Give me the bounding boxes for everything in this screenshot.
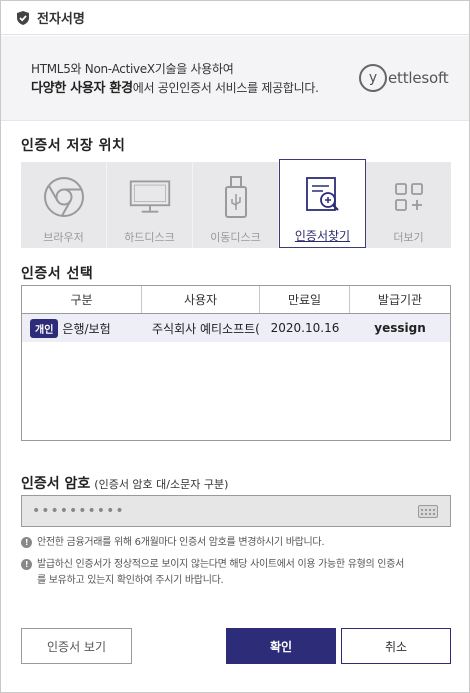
shield-icon <box>17 10 29 25</box>
certificate-section-title: 인증서 선택 <box>21 266 94 282</box>
usb-icon <box>224 176 247 218</box>
storage-item-label: 이동디스크 <box>210 231 261 244</box>
monitor-icon <box>129 180 170 213</box>
banner-line-2-text: 에서 공인인증서 서비스를 제공합니다. <box>132 81 319 95</box>
info-icon: ! <box>21 559 32 570</box>
notice-text-line-2: 를 보유하고 있는지 확인하여 주시기 바랍니다. <box>37 575 224 586</box>
confirm-button[interactable]: 확인 <box>226 628 336 664</box>
logo-mark: y <box>359 64 387 92</box>
more-grid-icon <box>394 183 423 211</box>
storage-selector: 브라우저 하드디스크 이동디스크 인증서찾기 더보기 <box>21 159 451 248</box>
storage-item-label: 인증서찾기 <box>294 229 351 243</box>
certificate-table: 구분 사용자 만료일 발급기관 개인 은행/보험 주식회사 예티소프트( 202… <box>21 285 451 441</box>
info-icon: ! <box>21 537 32 548</box>
storage-item-browser[interactable]: 브라우저 <box>21 162 107 248</box>
banner-highlight: 다양한 사용자 환경 <box>31 81 133 96</box>
cell-user: 주식회사 예티소프트( <box>152 321 260 336</box>
notice-text-line-1: 발급하신 인증서가 정상적으로 보이지 않는다면 해당 사이트에서 이용 가능한… <box>37 559 404 570</box>
cell-expiry: 2020.10.16 <box>270 321 340 335</box>
cell-type: 개인 은행/보험 <box>22 318 142 338</box>
notice-text: 안전한 금융거래를 위해 6개월마다 인증서 암호를 변경하시기 바랍니다. <box>37 537 325 548</box>
table-header: 구분 사용자 만료일 발급기관 <box>22 286 450 314</box>
title-bar: 전자서명 <box>1 1 469 35</box>
column-header-issuer: 발급기관 <box>377 293 423 307</box>
storage-item-find-certificate[interactable]: 인증서찾기 <box>279 159 366 248</box>
yettiesoft-logo: y ettlesoft <box>359 64 449 92</box>
personal-badge: 개인 <box>30 318 59 338</box>
logo-wordmark: ettlesoft <box>388 69 449 87</box>
view-certificate-button[interactable]: 인증서 보기 <box>21 628 132 664</box>
window-title: 전자서명 <box>37 12 85 27</box>
cert-type: 은행/보험 <box>62 321 111 336</box>
cancel-button[interactable]: 취소 <box>341 628 451 664</box>
storage-item-label: 더보기 <box>393 231 424 244</box>
banner-line-2: 다양한 사용자 환경에서 공인인증서 서비스를 제공합니다. <box>31 77 319 96</box>
storage-section-title: 인증서 저장 위치 <box>21 138 126 154</box>
storage-item-label: 브라우저 <box>43 231 84 244</box>
password-input[interactable] <box>32 503 392 519</box>
storage-item-harddisk[interactable]: 하드디스크 <box>107 162 193 248</box>
password-label-text: 인증서 암호 <box>21 476 91 492</box>
cell-issuer: yessign <box>374 321 426 335</box>
virtual-keyboard-icon[interactable] <box>418 505 438 518</box>
info-banner: HTML5와 Non-ActiveX기술을 사용하여 다양한 사용자 환경에서 … <box>1 36 469 121</box>
column-header-user: 사용자 <box>142 286 260 313</box>
storage-item-removable[interactable]: 이동디스크 <box>193 162 279 248</box>
table-row[interactable]: 개인 은행/보험 주식회사 예티소프트( 2020.10.16 yessign <box>22 314 450 342</box>
banner-line-1: HTML5와 Non-ActiveX기술을 사용하여 <box>31 62 234 76</box>
notice-password-change: ! 안전한 금융거래를 위해 6개월마다 인증서 암호를 변경하시기 바랍니다. <box>21 535 325 551</box>
password-hint: (인증서 암호 대/소문자 구분) <box>94 478 229 491</box>
column-header-expiry: 만료일 <box>260 286 350 313</box>
storage-item-more[interactable]: 더보기 <box>366 162 451 248</box>
certificate-search-icon <box>305 177 339 211</box>
storage-item-label: 하드디스크 <box>124 231 175 244</box>
chrome-icon <box>43 177 84 217</box>
password-field-wrapper <box>21 495 451 527</box>
notice-text: 발급하신 인증서가 정상적으로 보이지 않는다면 해당 사이트에서 이용 가능한… <box>37 557 404 589</box>
password-label: 인증서 암호 (인증서 암호 대/소문자 구분) <box>21 473 228 493</box>
column-header-type: 구분 <box>22 286 142 313</box>
notice-certificate-visibility: ! 발급하신 인증서가 정상적으로 보이지 않는다면 해당 사이트에서 이용 가… <box>21 557 453 589</box>
esign-dialog: 전자서명 HTML5와 Non-ActiveX기술을 사용하여 다양한 사용자 … <box>0 0 470 693</box>
